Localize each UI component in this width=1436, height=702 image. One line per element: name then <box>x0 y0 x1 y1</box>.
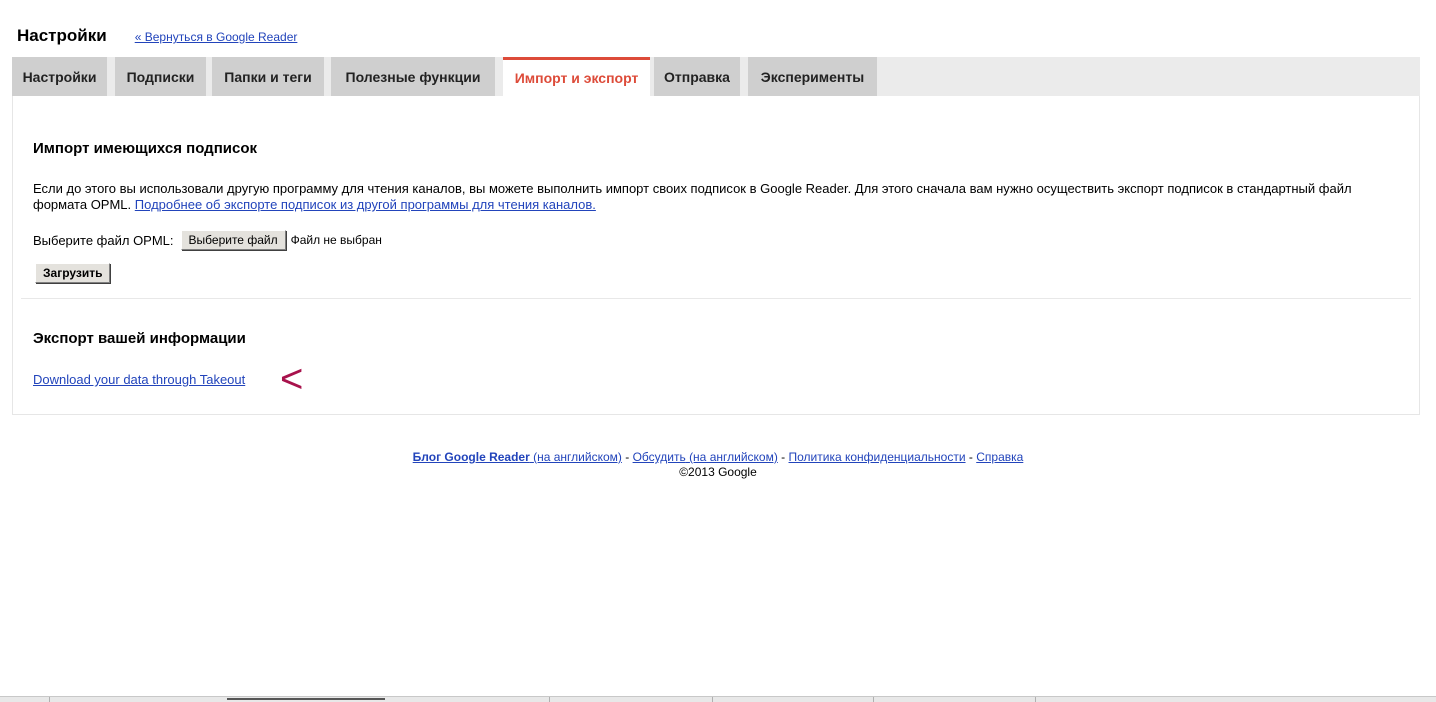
no-file-status: Файл не выбран <box>290 233 382 247</box>
page-header: Настройки « Вернуться в Google Reader <box>17 26 297 46</box>
tab-settings[interactable]: Настройки <box>12 57 107 96</box>
footer-help-link[interactable]: Справка <box>976 450 1023 464</box>
import-description: Если до этого вы использовали другую про… <box>33 181 1373 213</box>
opml-file-row: Выберите файл OPML: Выберите файл Файл н… <box>33 230 382 250</box>
import-export-panel: Импорт имеющихся подписок Если до этого … <box>12 96 1420 415</box>
strip-divider <box>49 697 50 702</box>
tab-goodies[interactable]: Полезные функции <box>331 57 495 96</box>
tab-send-to[interactable]: Отправка <box>654 57 740 96</box>
tab-folders-tags[interactable]: Папки и теги <box>212 57 324 96</box>
back-to-reader-link[interactable]: « Вернуться в Google Reader <box>135 30 298 44</box>
strip-divider <box>1035 697 1036 702</box>
footer-privacy-link[interactable]: Политика конфиденциальности <box>789 450 966 464</box>
window-bottom-strip <box>0 696 1436 702</box>
footer: Блог Google Reader (на английском) - Обс… <box>0 450 1436 480</box>
footer-blog-title: Блог Google Reader <box>412 450 530 464</box>
takeout-download-link[interactable]: Download your data through Takeout <box>33 372 245 387</box>
strip-scroll-indicator <box>227 698 385 700</box>
footer-blog-link[interactable]: Блог Google Reader (на английском) <box>413 450 622 464</box>
settings-tabs: Настройки Подписки Папки и теги Полезные… <box>12 57 1420 96</box>
tab-subscriptions[interactable]: Подписки <box>115 57 206 96</box>
page-title: Настройки <box>17 26 107 45</box>
footer-separator: - <box>968 450 973 464</box>
footer-discuss-link[interactable]: Обсудить (на английском) <box>633 450 778 464</box>
strip-divider <box>549 697 550 702</box>
export-section-title: Экспорт вашей информации <box>33 330 246 347</box>
section-divider <box>21 298 1411 299</box>
footer-blog-lang: (на английском) <box>533 450 622 464</box>
strip-divider <box>873 697 874 702</box>
import-section-title: Импорт имеющихся подписок <box>33 140 257 157</box>
footer-links: Блог Google Reader (на английском) - Обс… <box>0 450 1436 465</box>
footer-copyright: ©2013 Google <box>679 465 757 479</box>
annotation-arrow-mark: < <box>280 357 304 401</box>
opml-file-label: Выберите файл OPML: <box>33 232 174 248</box>
strip-divider <box>712 697 713 702</box>
choose-file-button[interactable]: Выберите файл <box>180 230 286 250</box>
import-help-link[interactable]: Подробнее об экспорте подписок из другой… <box>135 197 596 212</box>
tab-experiments[interactable]: Эксперименты <box>748 57 877 96</box>
footer-discuss-lang: (на английском) <box>689 450 778 464</box>
upload-button[interactable]: Загрузить <box>35 263 111 283</box>
footer-separator: - <box>625 450 630 464</box>
footer-separator: - <box>781 450 786 464</box>
footer-discuss-text: Обсудить <box>632 450 686 464</box>
tab-import-export[interactable]: Импорт и экспорт <box>503 57 650 96</box>
